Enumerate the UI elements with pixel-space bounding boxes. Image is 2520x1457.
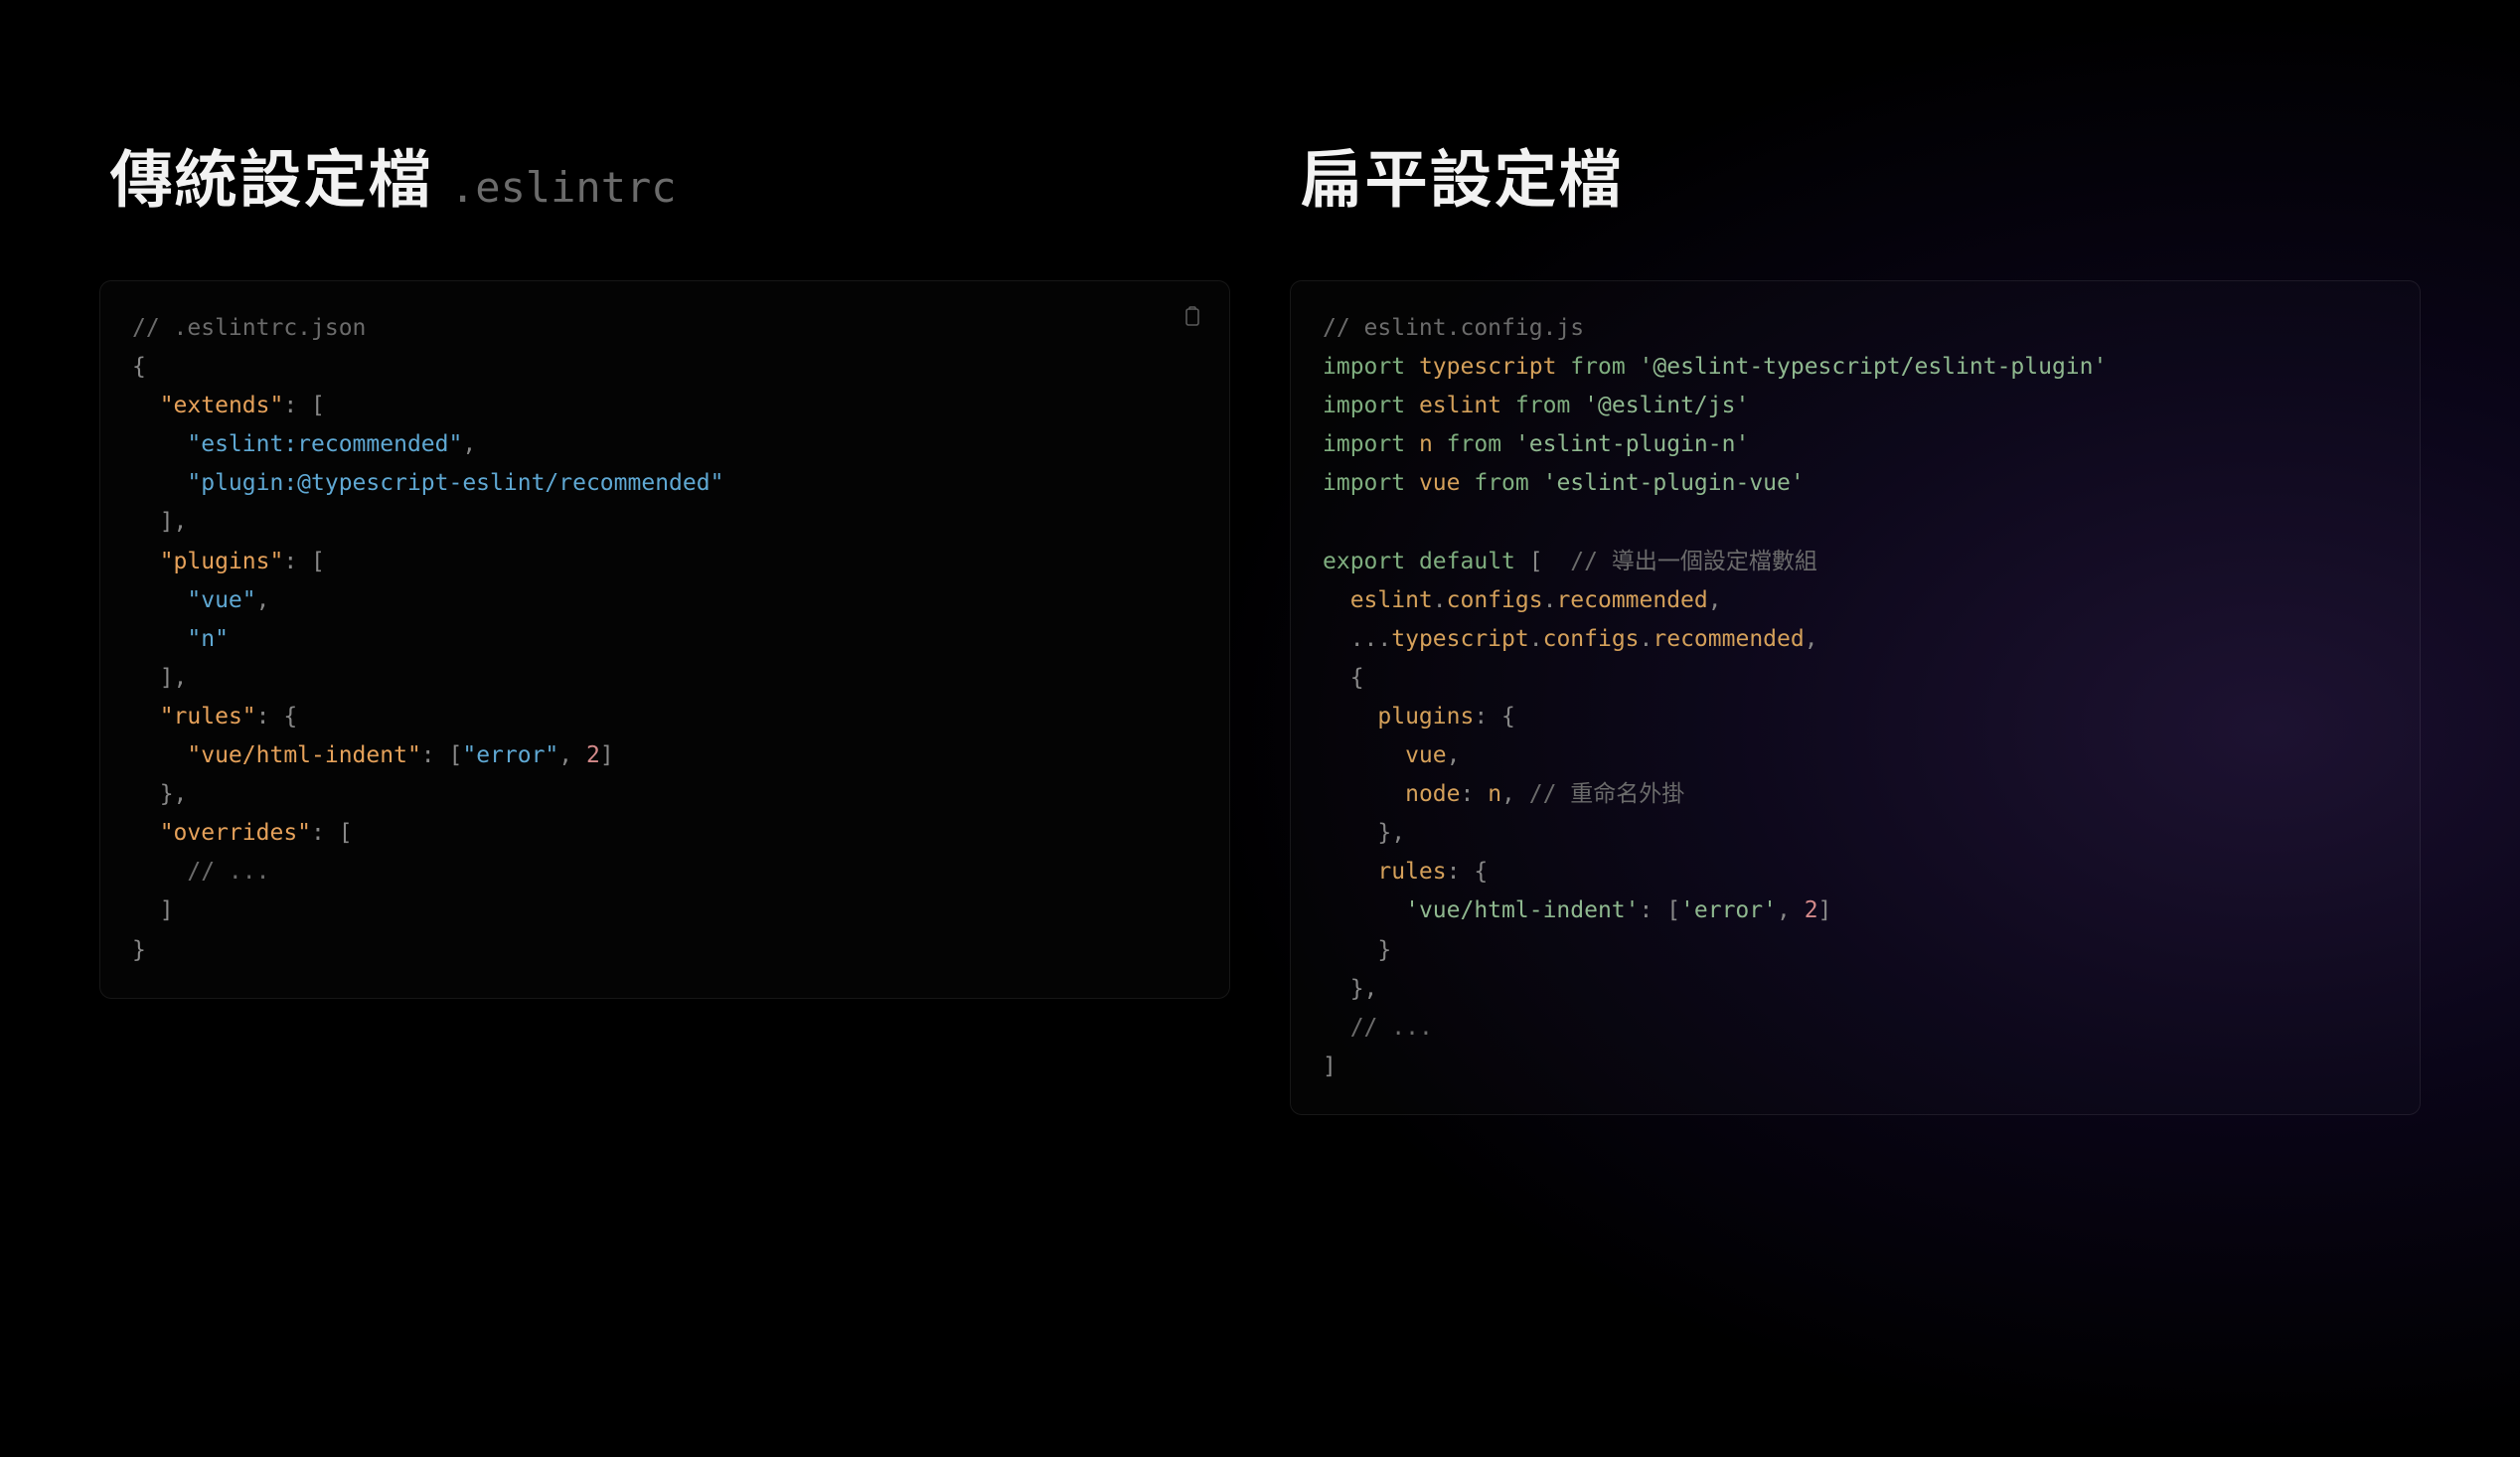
- right-heading: 扁平設定檔: [1290, 129, 2421, 221]
- left-subtitle: .eslintrc: [450, 163, 677, 212]
- clipboard-icon: [1180, 304, 1203, 328]
- right-column: 扁平設定檔 // eslint.config.js import typescr…: [1290, 129, 2421, 1457]
- two-column-container: 傳統設定檔 .eslintrc // .eslintrc.json { "ext…: [0, 0, 2520, 1457]
- left-code-block: // .eslintrc.json { "extends": [ "eslint…: [132, 309, 1197, 970]
- right-title: 扁平設定檔: [1300, 129, 1623, 221]
- left-heading: 傳統設定檔 .eslintrc: [99, 129, 1230, 221]
- right-code-block: // eslint.config.js import typescript fr…: [1323, 309, 2388, 1086]
- copy-button[interactable]: [1176, 301, 1207, 333]
- left-code-card: // .eslintrc.json { "extends": [ "eslint…: [99, 280, 1230, 999]
- left-column: 傳統設定檔 .eslintrc // .eslintrc.json { "ext…: [99, 129, 1230, 1457]
- left-title: 傳統設定檔: [109, 129, 432, 221]
- right-code-card: // eslint.config.js import typescript fr…: [1290, 280, 2421, 1115]
